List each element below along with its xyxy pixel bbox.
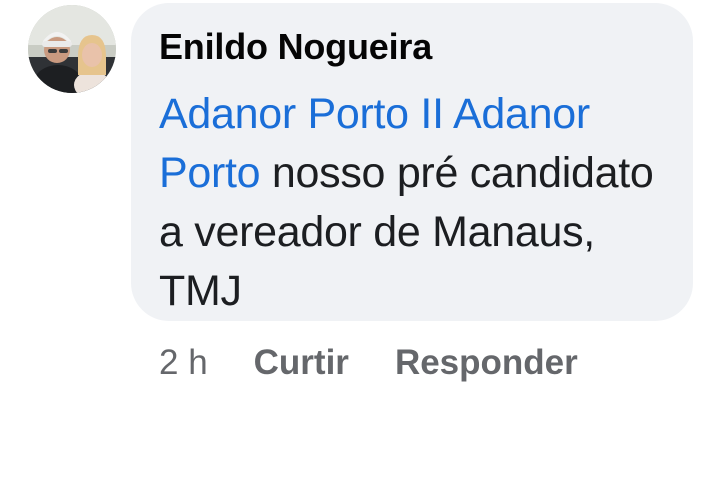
comment-bubble: Enildo Nogueira Adanor Porto II Adanor P…	[131, 3, 693, 321]
profile-photo-icon	[28, 5, 116, 93]
mention-link[interactable]: Adanor Porto II	[159, 90, 444, 138]
reply-button[interactable]: Responder	[395, 343, 578, 383]
like-button[interactable]: Curtir	[254, 343, 349, 383]
comment-item: Enildo Nogueira Adanor Porto II Adanor P…	[0, 0, 720, 485]
comment-text: Adanor Porto II Adanor Porto nosso pré c…	[159, 85, 665, 321]
avatar[interactable]	[28, 5, 116, 93]
comment-actions: 2 h Curtir Responder	[159, 338, 624, 388]
comment-author[interactable]: Enildo Nogueira	[159, 27, 665, 67]
timestamp[interactable]: 2 h	[159, 343, 208, 383]
